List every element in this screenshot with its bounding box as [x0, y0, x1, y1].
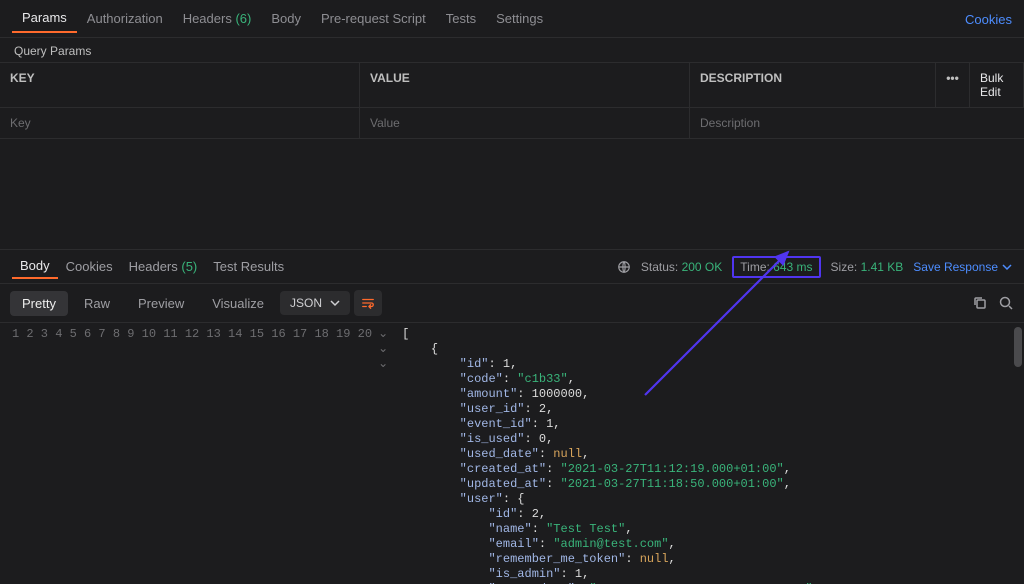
view-pretty[interactable]: Pretty [10, 291, 68, 316]
status-label: Status: [641, 260, 678, 274]
response-tab-headers[interactable]: Headers (5) [121, 255, 206, 278]
view-visualize[interactable]: Visualize [200, 291, 276, 316]
params-grid: KEY VALUE DESCRIPTION ••• Bulk Edit Key … [0, 62, 1024, 139]
size-value: 1.41 KB [861, 260, 904, 274]
chevron-down-icon [330, 298, 340, 308]
response-tab-headers-label: Headers [129, 259, 178, 274]
response-body[interactable]: 1 2 3 4 5 6 7 8 9 10 11 12 13 14 15 16 1… [0, 322, 1024, 584]
tab-headers-count: (6) [235, 11, 251, 26]
size-label: Size: [831, 260, 858, 274]
tab-params[interactable]: Params [12, 6, 77, 33]
tab-tests[interactable]: Tests [436, 7, 486, 32]
response-view-row: Pretty Raw Preview Visualize JSON [0, 283, 1024, 322]
language-selector-label: JSON [290, 296, 322, 310]
spacer [0, 139, 1024, 249]
request-tabs: Params Authorization Headers (6) Body Pr… [0, 0, 1024, 38]
value-input[interactable]: Value [360, 108, 690, 139]
view-preview[interactable]: Preview [126, 291, 196, 316]
time-label: Time: [740, 260, 770, 274]
query-params-title: Query Params [0, 38, 1024, 62]
key-input[interactable]: Key [0, 108, 360, 139]
globe-icon[interactable] [617, 260, 631, 274]
status-value: 200 OK [682, 260, 723, 274]
tab-pre-request-script[interactable]: Pre-request Script [311, 7, 436, 32]
response-tab-body[interactable]: Body [12, 254, 58, 279]
view-raw[interactable]: Raw [72, 291, 122, 316]
response-tab-cookies[interactable]: Cookies [58, 255, 121, 278]
chevron-down-icon [1002, 262, 1012, 272]
language-selector[interactable]: JSON [280, 291, 350, 315]
cookies-link[interactable]: Cookies [965, 12, 1012, 27]
save-response-label: Save Response [913, 260, 998, 274]
header-value: VALUE [360, 63, 690, 108]
wrap-lines-button[interactable] [354, 290, 382, 316]
time-value: 643 ms [773, 260, 812, 274]
tab-headers[interactable]: Headers (6) [173, 7, 262, 32]
scrollbar[interactable] [1014, 327, 1022, 367]
description-input[interactable]: Description [690, 108, 1024, 139]
search-icon[interactable] [998, 295, 1014, 311]
response-time-highlighted: Time: 643 ms [732, 256, 820, 278]
save-response-dropdown[interactable]: Save Response [913, 260, 1012, 274]
header-description: DESCRIPTION [690, 63, 936, 108]
header-key: KEY [0, 63, 360, 108]
response-tabs: Body Cookies Headers (5) Test Results St… [0, 249, 1024, 283]
tab-headers-label: Headers [183, 11, 232, 26]
copy-icon[interactable] [972, 295, 988, 311]
response-tab-headers-count: (5) [181, 259, 197, 274]
bulk-edit-button[interactable]: Bulk Edit [970, 63, 1024, 108]
response-tab-test-results[interactable]: Test Results [205, 255, 292, 278]
tab-settings[interactable]: Settings [486, 7, 553, 32]
tab-body[interactable]: Body [261, 7, 311, 32]
tab-authorization[interactable]: Authorization [77, 7, 173, 32]
wrap-icon [361, 296, 375, 310]
more-options-button[interactable]: ••• [936, 63, 970, 108]
